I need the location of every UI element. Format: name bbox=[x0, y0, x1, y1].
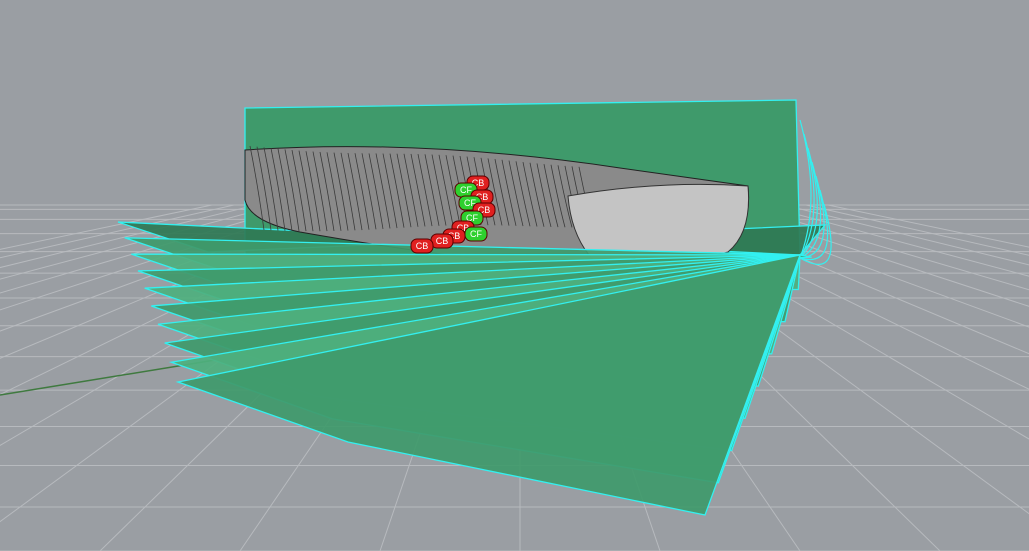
marker-label: CF bbox=[470, 229, 482, 239]
cb-marker[interactable]: CB bbox=[430, 233, 454, 249]
cf-marker[interactable]: CF bbox=[464, 226, 488, 242]
grid-line bbox=[783, 204, 1029, 266]
3d-viewport[interactable]: CB CF CB CF CB CF CB CF CB CB CB bbox=[0, 0, 1029, 551]
cb-marker[interactable]: CB bbox=[410, 238, 434, 254]
waterplane-fan-front[interactable] bbox=[124, 237, 812, 516]
grid-line bbox=[827, 204, 1029, 248]
marker-label: CB bbox=[436, 236, 449, 246]
viewport-scene[interactable]: CBCFCBCFCBCFCBCFCBCBCB bbox=[0, 0, 1029, 551]
marker-label: CB bbox=[416, 241, 429, 251]
marker-label: CF bbox=[460, 185, 472, 195]
